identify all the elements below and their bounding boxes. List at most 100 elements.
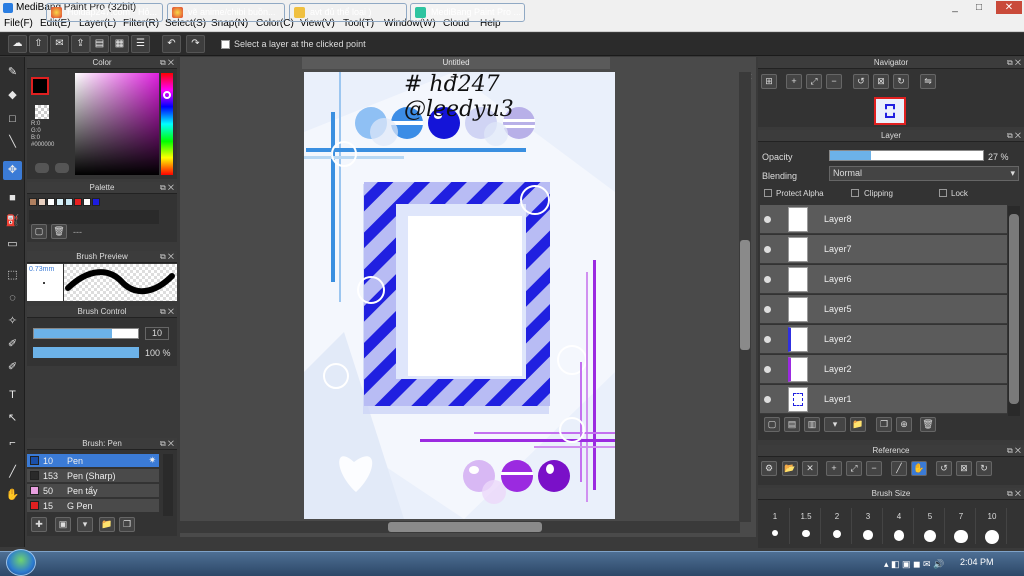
brush-list-scrollbar[interactable] xyxy=(163,454,173,516)
menu-file[interactable]: File(F) xyxy=(4,18,33,29)
palette-swatch[interactable] xyxy=(38,198,46,206)
visibility-icon[interactable] xyxy=(764,246,771,253)
panel-close-icon[interactable]: ⧉ ✕ xyxy=(160,251,174,263)
reference-zoom-out-icon[interactable]: − xyxy=(866,461,882,476)
add-layer-dropdown-icon[interactable]: ▾ xyxy=(824,417,846,432)
eyedropper-tool-icon[interactable]: ⌐ xyxy=(3,434,22,453)
palette-swatch[interactable] xyxy=(83,198,91,206)
reference-rotate-right-icon[interactable]: ↻ xyxy=(976,461,992,476)
cloud-icon[interactable]: ☁ xyxy=(8,35,27,53)
visibility-icon[interactable] xyxy=(764,306,771,313)
taskbar-item[interactable]: vẽ anime/chibi buồn... xyxy=(167,3,285,22)
maximize-button[interactable]: □ xyxy=(968,1,990,14)
layer-row[interactable]: Layer1 xyxy=(760,385,1007,414)
hue-slider[interactable] xyxy=(161,73,173,175)
brush-size-cell[interactable]: 7 xyxy=(946,508,976,544)
grid-icon[interactable]: ▦ xyxy=(110,35,129,53)
brush-size-cell[interactable]: 5 xyxy=(915,508,945,544)
reference-eyedropper-icon[interactable]: ╱ xyxy=(891,461,907,476)
brush-copy-icon[interactable]: ❐ xyxy=(119,517,135,532)
transparent-swatch[interactable] xyxy=(35,105,49,119)
select-pen-tool-icon[interactable]: ✐ xyxy=(3,335,22,354)
list-icon[interactable]: ☰ xyxy=(131,35,150,53)
palette-swatch[interactable] xyxy=(47,198,55,206)
eraser-tool-icon[interactable]: ◆ xyxy=(3,86,22,105)
new-layer-icon[interactable]: ▢ xyxy=(764,417,780,432)
canvas-vertical-thumb[interactable] xyxy=(740,240,750,350)
reference-fit-icon[interactable]: ⤢ xyxy=(846,461,862,476)
palette-swatch[interactable] xyxy=(74,198,82,206)
document-canvas[interactable]: # hđ247 @leedyu3 xyxy=(304,72,615,519)
taskbar-item[interactable]: avt đủ thể loại ) xyxy=(289,3,407,22)
undo-icon[interactable]: ↶ xyxy=(162,35,181,53)
brush-size-cell[interactable]: 3 xyxy=(853,508,883,544)
palette-swatch[interactable] xyxy=(29,198,37,206)
palette-swatch[interactable] xyxy=(56,198,64,206)
document-icon[interactable]: ▤ xyxy=(90,35,109,53)
panel-close-icon[interactable]: ⧉ ✕ xyxy=(1007,130,1021,142)
brush-item-pen-tay[interactable]: 50 Pen tẩy xyxy=(27,484,159,498)
reference-open-icon[interactable]: 📂 xyxy=(782,461,798,476)
visibility-icon[interactable] xyxy=(764,336,771,343)
brush-size-cell[interactable]: 10 xyxy=(977,508,1007,545)
panel-close-icon[interactable]: ⧉ ✕ xyxy=(1007,57,1021,69)
saturation-value-picker[interactable] xyxy=(75,73,159,175)
line-tool-icon[interactable]: ╲ xyxy=(3,133,22,152)
text-tool-icon[interactable]: T xyxy=(3,386,22,405)
fill-rect-tool-icon[interactable]: ■ xyxy=(3,189,22,208)
brush-folder-icon[interactable]: 📁 xyxy=(99,517,115,532)
taskbar-item[interactable]: Hoidap247.com - Hỏ... xyxy=(46,3,163,22)
upload-icon[interactable]: ⇧ xyxy=(29,35,48,53)
brush-opacity-slider[interactable] xyxy=(33,347,139,358)
document-tab[interactable]: Untitled xyxy=(302,57,610,69)
panel-close-icon[interactable]: ⧉ ✕ xyxy=(160,182,174,194)
canvas-horizontal-thumb[interactable] xyxy=(388,522,542,532)
brush-size-cell[interactable]: 1.5 xyxy=(791,508,821,544)
blending-select[interactable]: Normal ▾ xyxy=(829,166,1019,181)
flip-icon[interactable]: ⇋ xyxy=(920,74,936,89)
duplicate-layer-icon[interactable]: ❐ xyxy=(876,417,892,432)
merge-layer-icon[interactable]: ⊕ xyxy=(896,417,912,432)
new-layer2-icon[interactable]: ▤ xyxy=(784,417,800,432)
foreground-color-swatch[interactable] xyxy=(31,77,49,95)
brush-size-cell[interactable]: 1 xyxy=(760,508,790,544)
panel-close-icon[interactable]: ⧉ ✕ xyxy=(1007,488,1021,500)
lock-checkbox[interactable] xyxy=(939,189,947,197)
reference-settings-icon[interactable]: ⚙ xyxy=(761,461,777,476)
rotate-reset-icon[interactable]: ⊠ xyxy=(873,74,889,89)
palette-swatch[interactable] xyxy=(65,198,73,206)
brush-size-value[interactable]: 10 xyxy=(145,327,169,340)
lasso-tool-icon[interactable]: ◌ xyxy=(3,289,22,308)
gradient-tool-icon[interactable]: ▭ xyxy=(3,235,22,254)
color-mode2-icon[interactable] xyxy=(55,163,69,173)
zoom-out-icon[interactable]: − xyxy=(826,74,842,89)
panel-close-icon[interactable]: ⧉ ✕ xyxy=(160,306,174,318)
rotate-left-icon[interactable]: ↺ xyxy=(853,74,869,89)
taskbar-item[interactable]: MediBang Paint Pro ... xyxy=(410,3,525,22)
brush-item-g-pen[interactable]: 15 G Pen xyxy=(27,499,159,513)
reference-rotate-left-icon[interactable]: ↺ xyxy=(936,461,952,476)
layer-row[interactable]: Layer2 xyxy=(760,325,1007,354)
panel-close-icon[interactable]: ⧉ ✕ xyxy=(160,438,174,450)
new-layer3-icon[interactable]: ▥ xyxy=(804,417,820,432)
layer-row[interactable]: Layer7 xyxy=(760,235,1007,264)
minimize-button[interactable]: _ xyxy=(944,1,966,14)
layer-row[interactable]: Layer6 xyxy=(760,265,1007,294)
delete-layer-icon[interactable]: 🗑 xyxy=(920,417,936,432)
brush-tool-icon[interactable]: ✎ xyxy=(3,63,22,82)
reference-zoom-in-icon[interactable]: + xyxy=(826,461,842,476)
reference-rotate-reset-icon[interactable]: ⊠ xyxy=(956,461,972,476)
brush-settings-icon[interactable]: ▣ xyxy=(55,517,71,532)
hue-handle[interactable] xyxy=(163,91,171,99)
zoom-fit-icon[interactable]: ⤢ xyxy=(806,74,822,89)
layer-row[interactable]: Layer8 xyxy=(760,205,1007,234)
dropper-tool-icon[interactable]: ╱ xyxy=(3,463,22,482)
navigator-zoom-fit-icon[interactable]: ⊞ xyxy=(761,74,777,89)
panel-close-icon[interactable]: ⧉ ✕ xyxy=(1007,445,1021,457)
zoom-in-icon[interactable]: + xyxy=(786,74,802,89)
visibility-icon[interactable] xyxy=(764,276,771,283)
layer-list-scrollbar[interactable] xyxy=(1008,206,1020,416)
layer-opacity-slider[interactable] xyxy=(829,150,984,161)
redo-icon[interactable]: ↷ xyxy=(186,35,205,53)
clipping-checkbox[interactable] xyxy=(851,189,859,197)
